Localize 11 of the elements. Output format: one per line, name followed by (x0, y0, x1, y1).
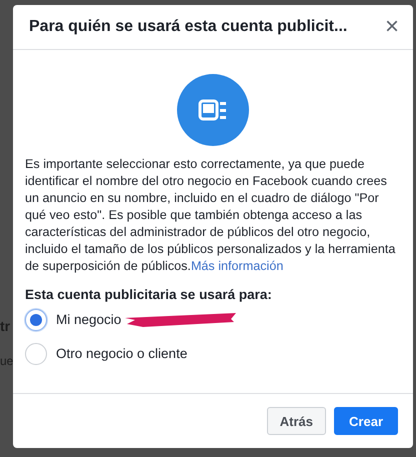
back-button[interactable]: Atrás (266, 407, 326, 435)
close-button[interactable]: × (382, 15, 401, 39)
dialog-title: Para quién se usará esta cuenta publicit... (29, 18, 348, 36)
question-label: Esta cuenta publicitaria se usará para: (25, 287, 273, 302)
radio-button[interactable] (25, 308, 47, 330)
create-button[interactable]: Crear (334, 407, 398, 435)
more-info-link[interactable]: Más información (190, 259, 284, 273)
option-label: Otro negocio o cliente (56, 346, 188, 361)
description-text: Es importante seleccionar esto correctamente, ya que puede identificar el nombre del otro negocio en Facebook cuando crees un anuncio en su nombre, incluido en el cuadro de diálogo "Por qué veo esto". Es posible que también obtenga acceso a las características del administrador de públicos del otro negocio, incluido el tamaño de los públicos personalizados y la herramienta de superposición de públicos.Más información (25, 156, 396, 275)
radio-button[interactable] (25, 342, 47, 364)
option-label: Mi negocio (56, 312, 122, 327)
